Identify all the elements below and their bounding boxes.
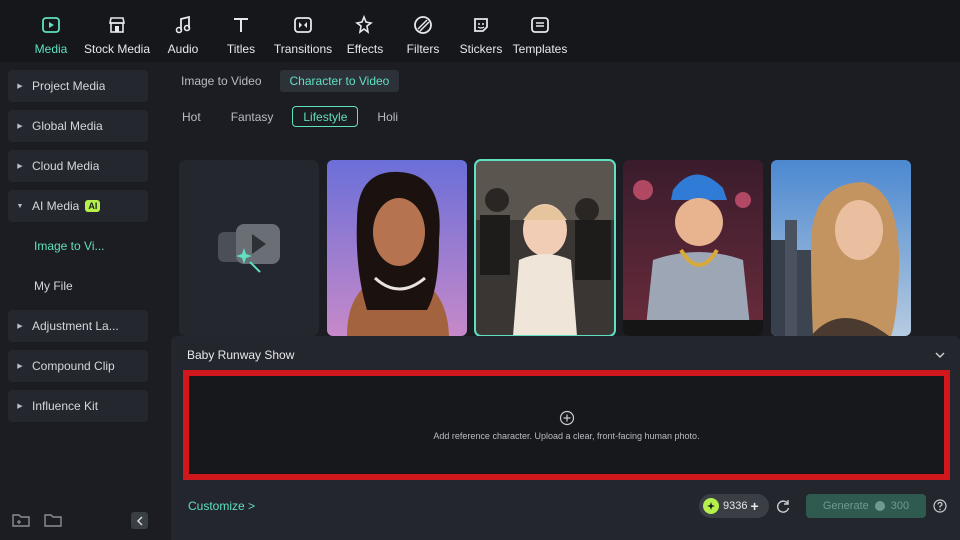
sidebar-item-label: Compound Clip: [32, 359, 115, 373]
sidebar-item-label: Project Media: [32, 79, 106, 93]
sidebar: ▶ Project Media ▶ Global Media ▶ Cloud M…: [0, 62, 162, 540]
template-cards: [179, 159, 911, 337]
sidebar-item-label: Cloud Media: [32, 159, 100, 173]
add-credits-icon[interactable]: +: [750, 498, 758, 514]
tool-media-label: Media: [34, 42, 68, 56]
tool-templates-label: Templates: [512, 42, 568, 56]
transitions-icon: [292, 14, 314, 36]
sidebar-bottom-actions: [12, 512, 62, 530]
caret-right-icon: ▶: [17, 323, 23, 330]
credit-coin-icon: [703, 498, 719, 514]
sticker-icon: [470, 14, 492, 36]
sidebar-item-label: Image to Vi...: [34, 239, 105, 253]
effects-sparkle-icon: [354, 14, 376, 36]
tool-transitions-label: Transitions: [273, 42, 333, 56]
sidebar-item-compound-clip[interactable]: ▶ Compound Clip: [8, 350, 148, 382]
upload-reference-dropzone[interactable]: Add reference character. Upload a clear,…: [183, 370, 950, 480]
template-card-woman-city[interactable]: [771, 160, 911, 336]
mode-tabs: Image to Video Character to Video: [171, 70, 400, 92]
tool-transitions[interactable]: Transitions: [270, 0, 336, 62]
credit-coin-icon: [874, 501, 885, 511]
sidebar-item-my-file[interactable]: My File: [8, 270, 148, 302]
sidebar-item-influence-kit[interactable]: ▶ Influence Kit: [8, 390, 148, 422]
tab-hot[interactable]: Hot: [171, 106, 212, 127]
caret-right-icon: ▶: [17, 363, 23, 370]
chevron-left-icon: [136, 515, 143, 526]
tool-stock-media-label: Stock Media: [83, 42, 151, 56]
template-detail-panel: Baby Runway Show Add reference character…: [171, 336, 960, 540]
ai-badge: AI: [85, 200, 101, 212]
new-folder-icon[interactable]: [12, 512, 30, 530]
thumbnail-baby-dj-image: [623, 160, 763, 336]
tool-effects[interactable]: Effects: [336, 0, 394, 62]
caret-right-icon: ▶: [17, 403, 23, 410]
credits-balance[interactable]: 9336 +: [699, 494, 769, 518]
collapse-sidebar-button[interactable]: [131, 512, 148, 529]
tab-image-to-video[interactable]: Image to Video: [171, 70, 272, 92]
thumbnail-woman-city-image: [771, 160, 911, 336]
tool-titles-label: Titles: [226, 42, 256, 56]
tool-stickers-label: Stickers: [459, 42, 503, 56]
sidebar-item-ai-media[interactable]: ▼ AI Media AI: [8, 190, 148, 222]
tool-titles[interactable]: Titles: [212, 0, 270, 62]
music-note-icon: [172, 14, 194, 36]
caret-down-icon: ▼: [16, 202, 24, 210]
media-icon: [40, 14, 62, 36]
thumbnail-baby-runway-image: [475, 160, 615, 336]
tool-audio[interactable]: Audio: [154, 0, 212, 62]
thumbnail-woman-image: [327, 160, 467, 336]
category-tabs: Hot Fantasy Lifestyle Holi: [171, 106, 409, 127]
sidebar-item-cloud-media[interactable]: ▶ Cloud Media: [8, 150, 148, 182]
top-toolbar: Media Stock Media Audio Titles Transitio…: [0, 0, 960, 62]
tool-stock-media[interactable]: Stock Media: [80, 0, 154, 62]
tab-fantasy[interactable]: Fantasy: [220, 106, 285, 127]
sidebar-item-global-media[interactable]: ▶ Global Media: [8, 110, 148, 142]
main-content: Image to Video Character to Video Hot Fa…: [163, 62, 960, 540]
chevron-down-icon[interactable]: [934, 348, 946, 360]
sidebar-item-image-to-video[interactable]: Image to Vi...: [8, 230, 148, 262]
tool-effects-label: Effects: [346, 42, 384, 56]
generate-cost: 300: [890, 500, 910, 512]
generate-label: Generate: [822, 500, 869, 512]
help-icon[interactable]: [933, 499, 947, 513]
caret-right-icon: ▶: [17, 83, 23, 90]
template-card-baby-runway[interactable]: [474, 159, 616, 337]
add-circle-icon: [559, 410, 575, 426]
sidebar-item-label: Global Media: [32, 119, 103, 133]
tool-filters-label: Filters: [406, 42, 440, 56]
panel-title: Baby Runway Show: [187, 348, 295, 362]
stock-media-icon: [106, 14, 128, 36]
sidebar-item-label: My File: [34, 279, 73, 293]
photo-to-video-icon: [218, 224, 280, 273]
template-card-baby-dj[interactable]: [623, 160, 763, 336]
customize-link[interactable]: Customize >: [188, 499, 255, 513]
sidebar-item-project-media[interactable]: ▶ Project Media: [8, 70, 148, 102]
folder-icon[interactable]: [44, 512, 62, 530]
tool-media[interactable]: Media: [22, 0, 80, 62]
tool-templates[interactable]: Templates: [510, 0, 570, 62]
tool-filters[interactable]: Filters: [394, 0, 452, 62]
template-card-woman-jewelry[interactable]: [327, 160, 467, 336]
caret-right-icon: ▶: [17, 123, 23, 130]
filters-icon: [412, 14, 434, 36]
tool-audio-label: Audio: [167, 42, 199, 56]
app-window: Media Stock Media Audio Titles Transitio…: [0, 0, 960, 540]
tool-stickers[interactable]: Stickers: [452, 0, 510, 62]
templates-icon: [529, 14, 551, 36]
sidebar-item-label: Adjustment La...: [32, 319, 119, 333]
sidebar-item-label: Influence Kit: [32, 399, 99, 413]
generate-button[interactable]: Generate 300: [806, 494, 926, 518]
refresh-icon[interactable]: [775, 498, 791, 514]
template-card-upload[interactable]: [179, 160, 319, 336]
dropzone-hint: Add reference character. Upload a clear,…: [433, 430, 700, 441]
credits-count: 9336: [723, 500, 748, 512]
tab-character-to-video[interactable]: Character to Video: [279, 70, 400, 92]
sidebar-item-adjustment-layer[interactable]: ▶ Adjustment La...: [8, 310, 148, 342]
sidebar-item-label: AI Media: [32, 199, 80, 213]
text-t-icon: [230, 14, 252, 36]
tab-holi[interactable]: Holi: [366, 106, 409, 127]
caret-right-icon: ▶: [17, 163, 23, 170]
tab-lifestyle[interactable]: Lifestyle: [292, 106, 359, 127]
